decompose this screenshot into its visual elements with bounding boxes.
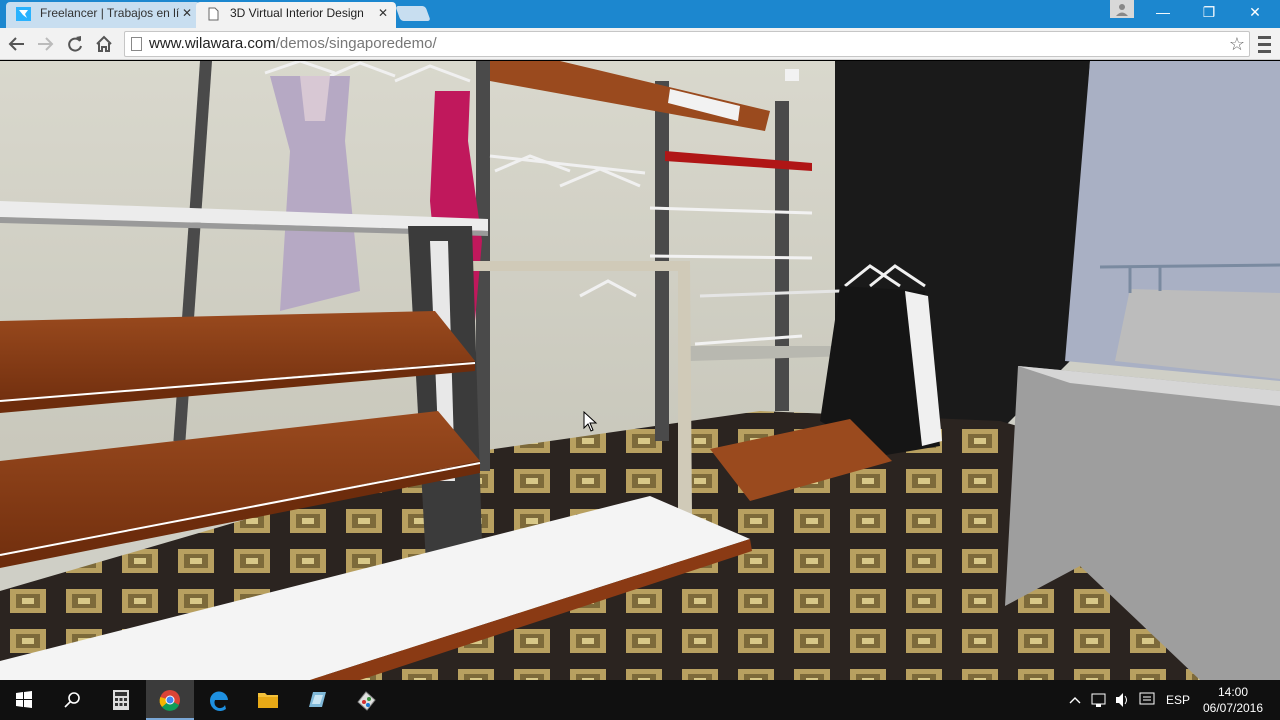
windows-taskbar: ESP 14:00 06/07/2016	[0, 680, 1280, 720]
profile-icon[interactable]	[1110, 0, 1134, 18]
volume-icon[interactable]	[1114, 680, 1132, 720]
language-indicator[interactable]: ESP	[1166, 680, 1190, 720]
app-icon[interactable]	[293, 680, 341, 720]
edge-icon[interactable]	[195, 680, 243, 720]
start-icon[interactable]	[0, 680, 48, 720]
taskbar-clock[interactable]: 14:00 06/07/2016	[1196, 684, 1270, 716]
paint-icon[interactable]	[342, 680, 390, 720]
close-icon[interactable]: ✕	[182, 2, 192, 24]
maximize-button[interactable]: ❐	[1186, 0, 1232, 26]
home-icon[interactable]	[91, 32, 117, 56]
clock-time: 14:00	[1217, 685, 1249, 699]
tray-chevron-icon[interactable]	[1068, 680, 1082, 720]
page-icon	[208, 7, 219, 21]
bookmark-star-icon[interactable]: ☆	[1229, 32, 1245, 56]
action-center-icon[interactable]	[1138, 680, 1156, 720]
new-tab-button[interactable]	[395, 6, 431, 21]
page-info-icon[interactable]	[131, 37, 142, 51]
browser-toolbar: www.wilawara.com/demos/singaporedemo/ ☆	[0, 28, 1280, 60]
calculator-icon[interactable]	[97, 680, 145, 720]
url-domain: www.wilawara.com	[149, 35, 276, 52]
tab-3d-interior[interactable]: 3D Virtual Interior Design ✕	[196, 2, 396, 28]
tab-freelancer[interactable]: Freelancer | Trabajos en lí ✕	[6, 2, 200, 28]
3d-scene	[0, 61, 1280, 680]
back-pole	[775, 101, 789, 411]
3d-viewport[interactable]	[0, 61, 1280, 680]
mouse-cursor-icon	[583, 411, 598, 432]
reload-icon[interactable]	[62, 32, 88, 56]
back-icon[interactable]	[4, 32, 30, 56]
url-path: /demos/singaporedemo/	[275, 35, 437, 52]
close-window-button[interactable]: ✕	[1232, 0, 1278, 26]
clock-date: 06/07/2016	[1202, 701, 1264, 715]
address-bar[interactable]: www.wilawara.com/demos/singaporedemo/ ☆	[124, 31, 1250, 57]
url-text: www.wilawara.com/demos/singaporedemo/	[149, 32, 437, 56]
network-icon[interactable]	[1090, 680, 1108, 720]
search-icon[interactable]	[48, 680, 96, 720]
chrome-menu-icon[interactable]	[1254, 32, 1274, 56]
tab-title: Freelancer | Trabajos en lí	[40, 6, 180, 20]
file-explorer-icon[interactable]	[244, 680, 292, 720]
tab-title: 3D Virtual Interior Design	[230, 6, 364, 20]
minimize-button[interactable]: —	[1140, 0, 1186, 26]
forward-icon[interactable]	[32, 32, 58, 56]
close-icon[interactable]: ✕	[378, 2, 388, 24]
tab-strip: Freelancer | Trabajos en lí ✕ 3D Virtual…	[0, 0, 1280, 28]
chrome-icon[interactable]	[146, 680, 194, 720]
freelancer-icon	[16, 7, 31, 21]
